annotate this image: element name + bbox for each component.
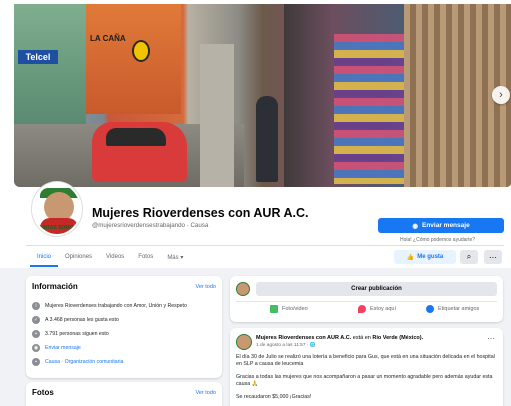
photos-see-all-link[interactable]: Ver todo [196,390,217,396]
photos-title: Fotos [32,388,54,397]
cover-pole [200,44,234,187]
post-author[interactable]: Mujeres Rioverdenses con AUR A.C. [256,335,351,341]
like-label: Me gusta [417,254,444,260]
info-row-category[interactable]: ▪ Causa · Organización comunitaria [32,358,123,366]
search-icon[interactable]: ⌕ [460,250,478,264]
divider [236,301,497,302]
action-label: Etiquetar amigos [438,306,480,312]
page-handle: @mujeresrioverdensestrabajando · Causa [92,222,209,229]
tab-fotos[interactable]: Fotos [131,252,160,267]
post-paragraph: Se recaudaron $5,000 ¡Gracias! [236,394,312,400]
post-header: Mujeres Rioverdenses con AUR A.C. está e… [256,335,423,341]
photo-video-button[interactable]: Foto/video [270,305,308,313]
category-icon: ▪ [32,358,40,366]
info-icon: i [32,302,40,310]
location-pin-icon [358,305,366,313]
followers-icon: + [32,330,40,338]
messenger-icon: ◉ [32,344,40,352]
like-icon: ✓ [32,316,40,324]
info-row-link[interactable]: Causa · Organización comunitaria [45,359,123,365]
avatar[interactable] [236,334,252,350]
more-icon[interactable]: ⋯ [484,250,502,264]
check-in-button[interactable]: Estoy aquí [358,305,396,313]
cover-photo[interactable]: Telcel LA CAÑA › [14,4,511,187]
info-row-likes: ✓ A 3.468 personas les gusta esto [32,316,119,324]
info-row-text: A 3.468 personas les gusta esto [45,317,119,323]
info-card: Información Ver todo i Mujeres Rioverden… [26,276,222,378]
cover-sign: Telcel [18,50,58,64]
send-message-button[interactable]: ◉ Enviar mensaje [378,218,504,233]
messenger-icon: ◉ [412,222,418,230]
cover-car-window [106,128,166,146]
info-title: Información [32,282,78,291]
action-label: Foto/video [282,306,308,312]
tab-mas[interactable]: Más ▾ [160,252,190,267]
post-paragraph: El día 30 de Julio se realizó una loterí… [236,354,495,367]
info-row-link[interactable]: Enviar mensaje [45,345,81,351]
info-row-message[interactable]: ◉ Enviar mensaje [32,344,81,352]
post-location-prefix: está en [352,335,371,341]
create-post-card: Crear publicación Foto/video Estoy aquí … [230,276,503,322]
send-message-label: Enviar mensaje [421,222,470,229]
info-row-text: Mujeres Rioverdenses trabajando con Amor… [45,303,187,309]
cover-hanging-bags [334,34,404,184]
info-row-text: 3.791 personas siguen esto [45,331,109,337]
like-button[interactable]: 👍 Me gusta [394,250,456,264]
message-hint: Hola! ¿Cómo podemos ayudarte? [400,237,476,243]
post-card: Mujeres Rioverdenses con AUR A.C. está e… [230,328,503,406]
cover-sign-circle [132,40,150,62]
chevron-right-icon[interactable]: › [492,86,510,104]
page-title: Mujeres Rioverdenses con AUR A.C. [92,206,309,220]
tab-opiniones[interactable]: Opiniones [58,252,99,267]
info-see-all-link[interactable]: Ver todo [196,284,217,290]
cover-person [256,96,278,182]
more-icon[interactable]: ⋯ [487,334,495,343]
cover-building [14,4,86,124]
info-row-description: i Mujeres Rioverdenses trabajando con Am… [32,302,187,310]
header-divider [26,245,504,246]
post-location[interactable]: Río Verde (México). [372,335,423,341]
photo-icon [270,305,278,313]
cover-sign: LA CAÑA [90,34,126,43]
page-tabs: Inicio Opiniones Videos Fotos Más ▾ [30,252,190,267]
info-row-followers: + 3.791 personas siguen esto [32,330,109,338]
action-label: Estoy aquí [370,306,396,312]
tag-friends-icon [426,305,434,313]
tag-friends-button[interactable]: Etiquetar amigos [426,305,479,313]
cover-building [86,4,181,114]
thumbs-up-icon: 👍 [406,254,415,261]
avatar [236,282,250,296]
post-timestamp[interactable]: 1 de agosto a las 11:57 · 🌐 [256,343,316,348]
tab-inicio[interactable]: Inicio [30,252,59,267]
photos-card: Fotos Ver todo [26,382,222,406]
create-post-button[interactable]: Crear publicación [256,282,497,296]
avatar-logo-text: JUNTAS SOMOS [37,225,77,231]
post-paragraph: Gracias a todas las mujeres que nos acom… [236,374,493,387]
facebook-page: Telcel LA CAÑA › JUNTAS SOMOS Mujeres Ri… [0,0,511,406]
page-avatar[interactable]: JUNTAS SOMOS [32,182,82,236]
tab-videos[interactable]: Videos [99,252,131,267]
